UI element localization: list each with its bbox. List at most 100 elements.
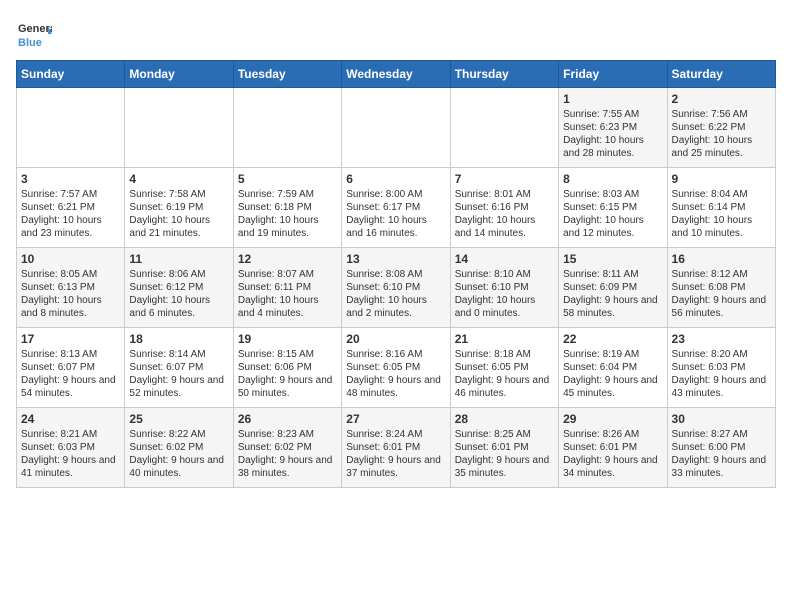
logo-icon: General Blue [16, 16, 52, 52]
calendar-cell [17, 88, 125, 168]
calendar-cell [125, 88, 233, 168]
day-info: Sunset: 6:03 PM [672, 361, 771, 374]
calendar-cell: 20Sunrise: 8:16 AMSunset: 6:05 PMDayligh… [342, 328, 450, 408]
day-info: Sunrise: 8:00 AM [346, 188, 445, 201]
calendar-cell: 10Sunrise: 8:05 AMSunset: 6:13 PMDayligh… [17, 248, 125, 328]
calendar-cell: 1Sunrise: 7:55 AMSunset: 6:23 PMDaylight… [559, 88, 667, 168]
calendar-cell: 16Sunrise: 8:12 AMSunset: 6:08 PMDayligh… [667, 248, 775, 328]
day-number: 19 [238, 332, 337, 346]
day-number: 17 [21, 332, 120, 346]
day-info: Sunset: 6:12 PM [129, 281, 228, 294]
day-info: Daylight: 10 hours and 2 minutes. [346, 294, 445, 320]
day-info: Daylight: 10 hours and 25 minutes. [672, 134, 771, 160]
day-info: Sunset: 6:02 PM [238, 441, 337, 454]
day-info: Sunrise: 8:12 AM [672, 268, 771, 281]
day-number: 21 [455, 332, 554, 346]
day-info: Sunset: 6:14 PM [672, 201, 771, 214]
day-info: Sunrise: 7:57 AM [21, 188, 120, 201]
calendar-week-row: 17Sunrise: 8:13 AMSunset: 6:07 PMDayligh… [17, 328, 776, 408]
day-number: 12 [238, 252, 337, 266]
day-number: 14 [455, 252, 554, 266]
day-info: Sunrise: 8:08 AM [346, 268, 445, 281]
day-info: Daylight: 9 hours and 38 minutes. [238, 454, 337, 480]
day-info: Sunset: 6:19 PM [129, 201, 228, 214]
day-info: Sunset: 6:07 PM [129, 361, 228, 374]
day-info: Sunrise: 8:05 AM [21, 268, 120, 281]
svg-text:General: General [18, 23, 52, 35]
calendar-cell: 6Sunrise: 8:00 AMSunset: 6:17 PMDaylight… [342, 168, 450, 248]
calendar-cell: 15Sunrise: 8:11 AMSunset: 6:09 PMDayligh… [559, 248, 667, 328]
calendar-cell [342, 88, 450, 168]
day-info: Sunrise: 7:58 AM [129, 188, 228, 201]
day-number: 28 [455, 412, 554, 426]
day-info: Sunrise: 8:07 AM [238, 268, 337, 281]
day-info: Daylight: 9 hours and 56 minutes. [672, 294, 771, 320]
calendar-cell: 4Sunrise: 7:58 AMSunset: 6:19 PMDaylight… [125, 168, 233, 248]
calendar-cell: 7Sunrise: 8:01 AMSunset: 6:16 PMDaylight… [450, 168, 558, 248]
day-info: Sunrise: 8:06 AM [129, 268, 228, 281]
day-info: Daylight: 9 hours and 43 minutes. [672, 374, 771, 400]
day-number: 13 [346, 252, 445, 266]
calendar-cell: 21Sunrise: 8:18 AMSunset: 6:05 PMDayligh… [450, 328, 558, 408]
day-info: Sunset: 6:01 PM [455, 441, 554, 454]
day-info: Daylight: 10 hours and 6 minutes. [129, 294, 228, 320]
calendar-cell: 18Sunrise: 8:14 AMSunset: 6:07 PMDayligh… [125, 328, 233, 408]
day-info: Sunset: 6:11 PM [238, 281, 337, 294]
day-info: Sunrise: 8:23 AM [238, 428, 337, 441]
day-info: Daylight: 9 hours and 54 minutes. [21, 374, 120, 400]
day-info: Sunset: 6:18 PM [238, 201, 337, 214]
day-info: Sunset: 6:17 PM [346, 201, 445, 214]
day-info: Sunset: 6:03 PM [21, 441, 120, 454]
day-number: 29 [563, 412, 662, 426]
day-number: 18 [129, 332, 228, 346]
day-info: Daylight: 9 hours and 48 minutes. [346, 374, 445, 400]
day-number: 4 [129, 172, 228, 186]
day-info: Daylight: 10 hours and 23 minutes. [21, 214, 120, 240]
calendar-cell: 12Sunrise: 8:07 AMSunset: 6:11 PMDayligh… [233, 248, 341, 328]
column-header-sunday: Sunday [17, 61, 125, 88]
day-number: 1 [563, 92, 662, 106]
column-header-saturday: Saturday [667, 61, 775, 88]
day-info: Sunset: 6:10 PM [346, 281, 445, 294]
day-info: Sunset: 6:07 PM [21, 361, 120, 374]
day-info: Sunrise: 8:04 AM [672, 188, 771, 201]
calendar-week-row: 1Sunrise: 7:55 AMSunset: 6:23 PMDaylight… [17, 88, 776, 168]
page-header: General Blue [16, 16, 776, 52]
calendar-cell: 8Sunrise: 8:03 AMSunset: 6:15 PMDaylight… [559, 168, 667, 248]
day-info: Daylight: 9 hours and 37 minutes. [346, 454, 445, 480]
day-info: Sunrise: 8:10 AM [455, 268, 554, 281]
calendar-cell: 24Sunrise: 8:21 AMSunset: 6:03 PMDayligh… [17, 408, 125, 488]
column-header-thursday: Thursday [450, 61, 558, 88]
column-header-monday: Monday [125, 61, 233, 88]
day-info: Daylight: 9 hours and 41 minutes. [21, 454, 120, 480]
day-number: 20 [346, 332, 445, 346]
svg-text:Blue: Blue [18, 37, 42, 49]
day-info: Daylight: 10 hours and 8 minutes. [21, 294, 120, 320]
day-number: 9 [672, 172, 771, 186]
day-info: Sunrise: 8:20 AM [672, 348, 771, 361]
day-info: Sunrise: 8:15 AM [238, 348, 337, 361]
calendar-cell: 28Sunrise: 8:25 AMSunset: 6:01 PMDayligh… [450, 408, 558, 488]
day-info: Sunset: 6:09 PM [563, 281, 662, 294]
day-info: Sunrise: 8:27 AM [672, 428, 771, 441]
day-info: Daylight: 10 hours and 0 minutes. [455, 294, 554, 320]
day-info: Sunrise: 7:55 AM [563, 108, 662, 121]
calendar-table: SundayMondayTuesdayWednesdayThursdayFrid… [16, 60, 776, 488]
day-info: Sunrise: 8:13 AM [21, 348, 120, 361]
day-number: 11 [129, 252, 228, 266]
day-info: Sunset: 6:05 PM [455, 361, 554, 374]
day-info: Sunrise: 8:19 AM [563, 348, 662, 361]
day-info: Daylight: 10 hours and 16 minutes. [346, 214, 445, 240]
calendar-cell: 17 Sunrise: 8:13 AMSunset: 6:07 PMDayligh… [17, 328, 125, 408]
column-header-wednesday: Wednesday [342, 61, 450, 88]
day-number: 3 [21, 172, 120, 186]
day-info: Sunset: 6:04 PM [563, 361, 662, 374]
day-number: 24 [21, 412, 120, 426]
calendar-cell: 13 Sunrise: 8:08 AMSunset: 6:10 PMDayligh… [342, 248, 450, 328]
calendar-week-row: 10Sunrise: 8:05 AMSunset: 6:13 PMDayligh… [17, 248, 776, 328]
day-info: Sunset: 6:05 PM [346, 361, 445, 374]
calendar-cell: 2Sunrise: 7:56 AMSunset: 6:22 PMDaylight… [667, 88, 775, 168]
day-info: Sunset: 6:01 PM [563, 441, 662, 454]
calendar-cell: 22Sunrise: 8:19 AMSunset: 6:04 PMDayligh… [559, 328, 667, 408]
day-number: 8 [563, 172, 662, 186]
